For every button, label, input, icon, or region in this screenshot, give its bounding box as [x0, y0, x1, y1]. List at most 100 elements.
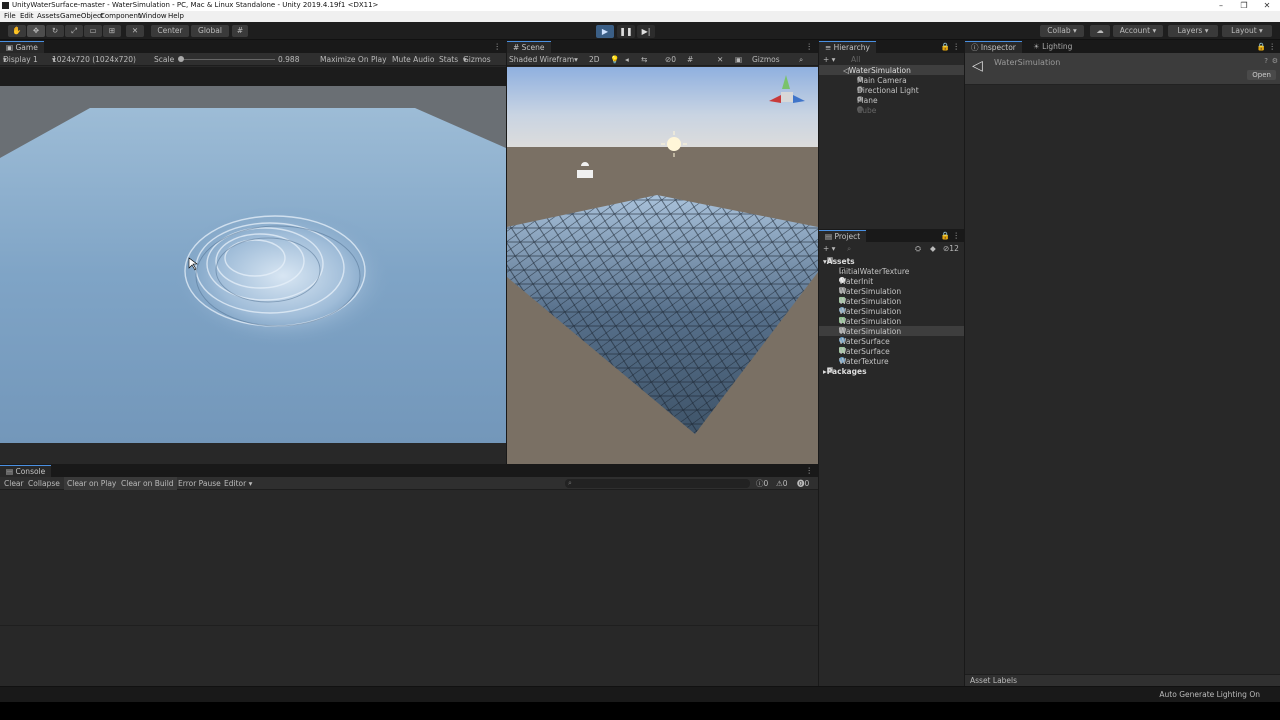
tab-lighting-label: Lighting	[1042, 42, 1073, 51]
grid-snap-icon[interactable]: #	[232, 25, 248, 37]
scene-gizmos-dropdown[interactable]: Gizmos	[752, 53, 780, 66]
display-label: Display 1	[3, 55, 38, 64]
pivot-center-toggle[interactable]: Center	[151, 25, 189, 37]
inspector-tab-bar: ⓘ Inspector ☀ Lighting 🔒 ⋮	[965, 41, 1280, 53]
transform-tool-icon[interactable]: ⊞	[103, 25, 121, 37]
scale-tool-icon[interactable]: ⤢	[65, 25, 83, 37]
menu-assets[interactable]: Assets	[37, 11, 60, 22]
tab-project[interactable]: ▤ Project	[819, 230, 867, 242]
unity-logo-icon	[2, 2, 9, 9]
grid-toggle-icon[interactable]: #	[687, 53, 693, 66]
console-collapse-button[interactable]: Collapse	[28, 477, 60, 490]
project-menu-icon[interactable]: ⋮	[953, 230, 961, 242]
cloud-icon[interactable]: ☁	[1090, 25, 1110, 37]
lighting-toggle-icon[interactable]: 💡	[610, 53, 619, 66]
2d-toggle[interactable]: 2D	[589, 53, 600, 66]
packages-folder-label: Packages	[826, 367, 867, 376]
account-label: Account	[1119, 26, 1151, 35]
layers-dropdown[interactable]: Layers ▾	[1168, 25, 1218, 37]
rotate-tool-icon[interactable]: ↻	[46, 25, 64, 37]
effects-toggle-icon[interactable]: ⇆	[641, 53, 647, 66]
tab-scene[interactable]: # Scene	[507, 41, 551, 53]
console-log-count[interactable]: ⓘ 0	[756, 477, 768, 490]
pause-button[interactable]: ❚❚	[617, 25, 635, 38]
console-clear-on-play-toggle[interactable]: Clear on Play	[64, 477, 120, 490]
shading-mode-dropdown[interactable]: Shaded Wirefram▾	[509, 53, 578, 66]
filter-label-icon[interactable]: ◆	[930, 242, 936, 255]
console-error-count[interactable]: ⓿ 0	[797, 477, 809, 490]
packages-folder[interactable]: ▸ Packages	[823, 367, 867, 376]
unity-scene-icon: ◁	[972, 58, 983, 74]
project-search-icon[interactable]: ⌕	[847, 242, 851, 255]
console-search-input[interactable]: ⌕	[565, 479, 750, 488]
hierarchy-menu-icon[interactable]: ⋮	[953, 41, 961, 53]
audio-toggle-icon[interactable]: ◂	[625, 53, 629, 66]
tab-console[interactable]: ▤ Console	[0, 465, 52, 477]
scale-slider-handle[interactable]	[178, 56, 184, 62]
console-clear-button[interactable]: Clear	[4, 477, 24, 490]
scene-viewport[interactable]	[507, 67, 818, 464]
assets-folder[interactable]: ▾ Assets	[823, 257, 855, 266]
scene-panel: # Scene ⋮ Shaded Wirefram▾ 2D 💡 ◂ ⇆ ⊘0 #…	[507, 41, 818, 464]
tools-icon[interactable]: ✕	[717, 53, 723, 66]
tab-inspector[interactable]: ⓘ Inspector	[965, 41, 1022, 53]
rect-tool-icon[interactable]: ▭	[84, 25, 102, 37]
menu-gameobject[interactable]: GameObject	[60, 11, 104, 22]
inspector-lock-icon[interactable]: 🔒	[1257, 41, 1266, 53]
display-dropdown[interactable]: Display 1 ▾	[3, 53, 38, 66]
menu-edit[interactable]: Edit	[20, 11, 34, 22]
project-lock-icon[interactable]: 🔒	[941, 230, 950, 242]
menu-file[interactable]: File	[4, 11, 16, 22]
collab-label: Collab ▾	[1047, 26, 1077, 35]
console-error-pause-toggle[interactable]: Error Pause	[178, 477, 221, 490]
collab-dropdown[interactable]: Collab ▾	[1040, 25, 1084, 37]
pivot-global-label: Global	[198, 26, 222, 35]
console-clear-on-build-toggle[interactable]: Clear on Build	[118, 477, 177, 490]
layout-dropdown[interactable]: Layout ▾	[1222, 25, 1272, 37]
play-button[interactable]: ▶	[596, 25, 614, 38]
menu-component[interactable]: Component	[100, 11, 141, 22]
gizmos-dropdown[interactable]: Gizmos ▾	[463, 53, 491, 66]
hierarchy-lock-icon[interactable]: 🔒	[941, 41, 950, 53]
project-add-button[interactable]: + ▾	[823, 242, 835, 255]
hand-tool-icon[interactable]: ✋	[8, 25, 26, 37]
directional-light-icon[interactable]	[667, 137, 681, 151]
hierarchy-root-item[interactable]: ◁ WaterSimulation	[843, 66, 911, 75]
hidden-objects-icon[interactable]: ⊘0	[665, 53, 676, 66]
inspector-help-icon[interactable]: ?	[1264, 57, 1268, 65]
scene-search-icon[interactable]: ⌕	[799, 53, 803, 66]
hidden-count-icon[interactable]: ⊘ 12	[943, 242, 959, 255]
filter-type-icon[interactable]: ⛭	[915, 242, 921, 255]
console-editor-dropdown[interactable]: Editor ▾	[224, 477, 252, 490]
game-menu-icon[interactable]: ⋮	[494, 41, 502, 53]
maximize-button[interactable]: ❐	[1233, 0, 1255, 11]
inspector-menu-icon[interactable]: ⋮	[1269, 41, 1277, 53]
game-viewport[interactable]	[0, 86, 506, 443]
tab-project-label: Project	[834, 232, 861, 241]
stats-toggle[interactable]: Stats	[439, 53, 458, 66]
pivot-global-toggle[interactable]: Global	[191, 25, 229, 37]
menu-window[interactable]: Window	[139, 11, 167, 22]
asset-labels-bar[interactable]: Asset Labels	[965, 674, 1280, 686]
menu-help[interactable]: Help	[168, 11, 184, 22]
account-dropdown[interactable]: Account ▾	[1113, 25, 1163, 37]
inspector-settings-icon[interactable]: ⚙	[1272, 57, 1278, 65]
asset-item-label: WaterSimulation	[839, 287, 902, 296]
camera-icon[interactable]: ▣	[735, 53, 742, 66]
maximize-on-play-toggle[interactable]: Maximize On Play	[320, 53, 387, 66]
minimize-button[interactable]: –	[1210, 0, 1232, 11]
scene-menu-icon[interactable]: ⋮	[806, 41, 814, 53]
tab-hierarchy[interactable]: ≡ Hierarchy	[819, 41, 876, 53]
open-button[interactable]: Open	[1247, 70, 1276, 80]
close-button[interactable]: ✕	[1256, 0, 1278, 11]
scale-slider[interactable]	[180, 59, 275, 60]
step-button[interactable]: ▶|	[637, 25, 655, 38]
console-menu-icon[interactable]: ⋮	[806, 465, 814, 477]
tab-game[interactable]: ▣ Game	[0, 41, 44, 53]
move-tool-icon[interactable]: ✥	[27, 25, 45, 37]
resolution-dropdown[interactable]: 1024x720 (1024x720) ▾	[52, 53, 136, 66]
tab-lighting[interactable]: ☀ Lighting	[1027, 41, 1078, 53]
custom-tool-icon[interactable]: ✕	[126, 25, 144, 37]
mute-audio-toggle[interactable]: Mute Audio	[392, 53, 434, 66]
console-warning-count[interactable]: ⚠ 0	[776, 477, 788, 490]
